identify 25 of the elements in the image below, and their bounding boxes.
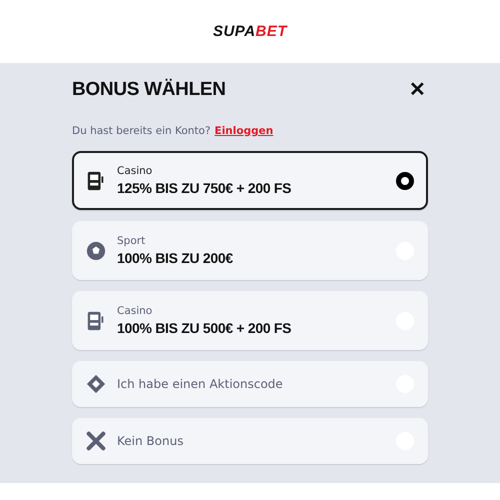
bonus-category: Casino bbox=[117, 305, 154, 317]
bonus-category: Sport bbox=[117, 235, 146, 247]
bonus-title: 100% BIS ZU 500€ + 200 FS bbox=[117, 320, 292, 336]
radio-button[interactable] bbox=[396, 172, 414, 190]
bonus-option[interactable]: Sport 100% BIS ZU 200€ bbox=[72, 221, 428, 280]
bonus-option[interactable]: Casino 100% BIS ZU 500€ + 200 FS bbox=[72, 291, 428, 350]
slot-machine-icon bbox=[86, 170, 106, 190]
bonus-option[interactable]: Kein Bonus bbox=[72, 418, 428, 464]
bonus-option[interactable]: Ich habe einen Aktionscode bbox=[72, 361, 428, 407]
cross-icon bbox=[86, 431, 106, 451]
bonus-category: Casino bbox=[117, 165, 154, 177]
option-label: Kein Bonus bbox=[117, 434, 184, 448]
slot-machine-icon bbox=[86, 310, 106, 330]
dialog-title: BONUS WÄHLEN bbox=[72, 79, 226, 101]
login-prompt: Du hast bereits ein Konto? bbox=[72, 125, 211, 137]
bonus-title: 125% BIS ZU 750€ + 200 FS bbox=[117, 180, 292, 196]
bonus-option[interactable]: Casino 125% BIS ZU 750€ + 200 FS bbox=[72, 151, 428, 210]
option-label: Ich habe einen Aktionscode bbox=[117, 377, 284, 391]
login-link[interactable]: Einloggen bbox=[214, 125, 274, 137]
close-button[interactable]: ✕ bbox=[407, 80, 428, 100]
ticket-icon bbox=[86, 374, 106, 394]
logo-text: SUPA bbox=[212, 23, 256, 40]
soccer-ball-icon bbox=[86, 240, 106, 260]
bonus-title: 100% BIS ZU 200€ bbox=[117, 250, 234, 266]
logo-text: BET bbox=[256, 23, 288, 40]
